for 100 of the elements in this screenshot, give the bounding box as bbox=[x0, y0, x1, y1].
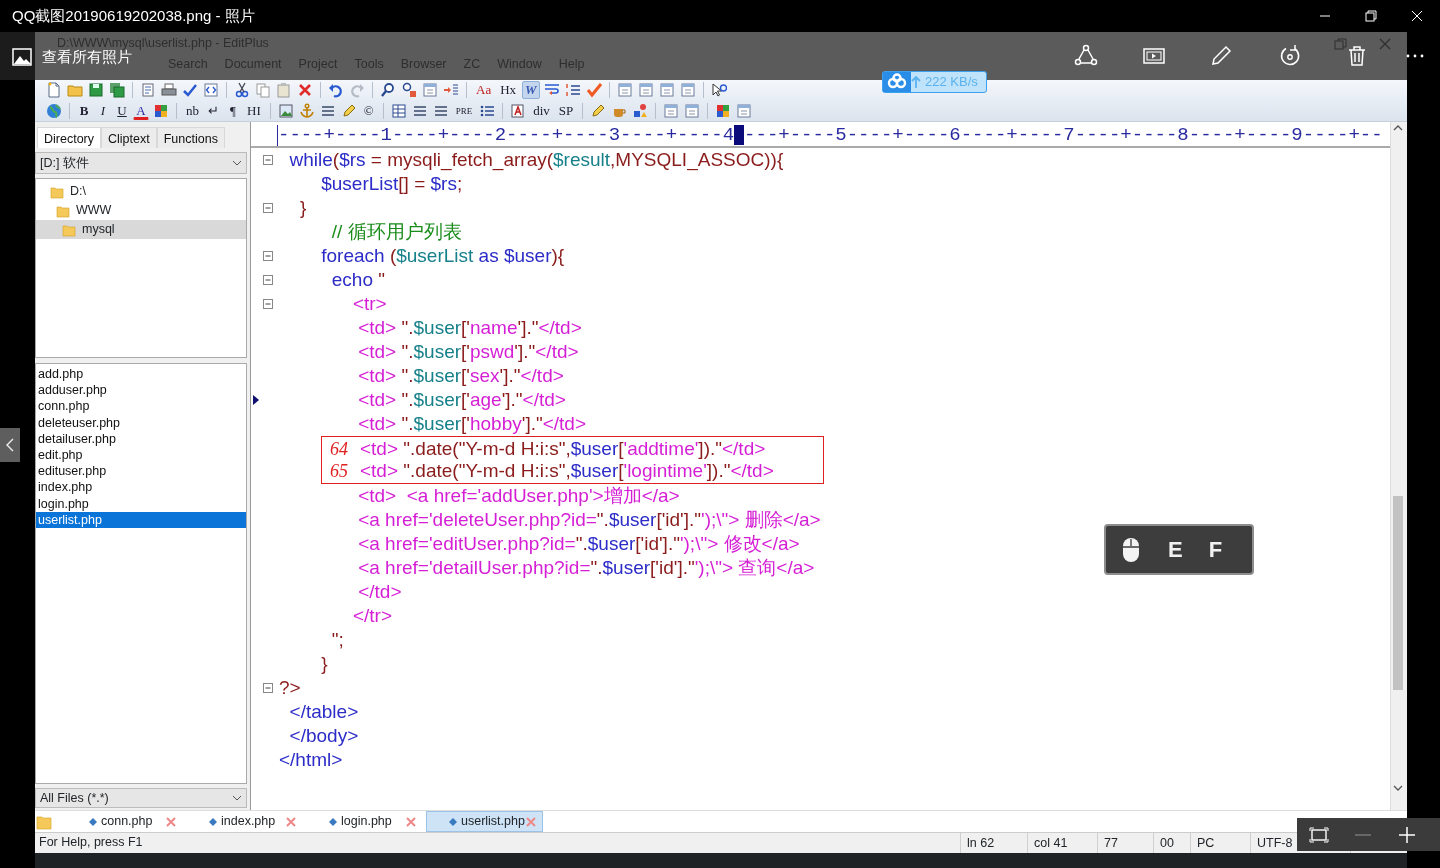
toolbar-button[interactable]: nb bbox=[183, 101, 202, 120]
code-line: <td> ".$user['hobby']."</td> bbox=[357, 412, 586, 436]
file-item[interactable]: add.php bbox=[36, 366, 246, 383]
file-item[interactable]: edituser.php bbox=[36, 463, 246, 480]
magnifier-icon[interactable] bbox=[400, 81, 418, 100]
diamond-icon bbox=[449, 817, 457, 826]
filter-dropdown[interactable]: All Files (*.*) bbox=[35, 788, 247, 808]
code-line: <td> ".date("Y-m-d H:i:s",$user['addtime'])."</td> bbox=[360, 437, 766, 459]
rotate-icon[interactable] bbox=[1278, 44, 1302, 68]
globe-icon[interactable] bbox=[45, 101, 63, 120]
chevron-left-icon[interactable] bbox=[6, 438, 14, 452]
code-line: <td> ".date("Y-m-d H:i:s",$user['logintime'])."</td> bbox=[360, 459, 774, 483]
window-icon[interactable] bbox=[657, 81, 676, 100]
chevron-down-icon[interactable] bbox=[232, 160, 242, 166]
toolbar-button[interactable]: W bbox=[522, 81, 540, 100]
ruler-cursor bbox=[734, 125, 745, 145]
code-line: $userList[] = $rs; bbox=[320, 172, 463, 196]
diamond-icon bbox=[209, 817, 217, 826]
code-line: <td> ".$user['pswd']."</td> bbox=[357, 340, 579, 364]
code-line: <a href='detailUser.php?id=".$user['id']."');\"> 查询</a> bbox=[357, 556, 815, 580]
toolbar-button[interactable]: U bbox=[114, 101, 130, 120]
zoom-in-icon[interactable] bbox=[1397, 824, 1417, 845]
folder-item[interactable]: mysql bbox=[36, 220, 246, 239]
file-item[interactable]: userlist.php bbox=[36, 511, 246, 528]
fold-icon[interactable] bbox=[263, 299, 273, 309]
window-icon[interactable] bbox=[662, 101, 681, 120]
file-item[interactable]: adduser.php bbox=[36, 382, 246, 399]
ruler: ---+----5----+----6----+----7----+----8----+----9----+-- bbox=[744, 125, 1383, 146]
folder-item[interactable]: D:\ bbox=[36, 182, 246, 201]
file-tab[interactable]: userlist.php bbox=[426, 811, 543, 832]
drive-dropdown[interactable]: [D:] 软件 bbox=[35, 152, 247, 174]
toolbar-button[interactable]: div bbox=[530, 101, 553, 120]
arrow-up-icon bbox=[911, 76, 921, 88]
code-line: <td> ".$user['sex']."</td> bbox=[357, 364, 564, 388]
file-item[interactable]: edit.php bbox=[36, 446, 246, 464]
page-icon[interactable] bbox=[139, 81, 157, 100]
close-icon[interactable] bbox=[166, 816, 176, 827]
toolbar-button[interactable]: ↵ bbox=[205, 101, 222, 120]
fold-icon[interactable] bbox=[263, 683, 273, 693]
file-item[interactable]: detailuser.php bbox=[36, 430, 246, 447]
cloud-icon bbox=[883, 72, 911, 92]
toolbar-button[interactable]: Hx bbox=[497, 81, 520, 100]
window-icon[interactable] bbox=[636, 81, 655, 100]
share-icon[interactable] bbox=[1074, 44, 1098, 68]
file-item[interactable]: index.php bbox=[36, 479, 246, 496]
toolbar-button[interactable]: © bbox=[360, 101, 377, 120]
toolbar-button[interactable]: SP bbox=[555, 101, 577, 120]
back-button[interactable]: 查看所有照片 bbox=[12, 46, 132, 69]
table-icon[interactable] bbox=[389, 101, 408, 120]
document-icon[interactable] bbox=[45, 81, 63, 100]
shapes-icon[interactable] bbox=[631, 101, 650, 120]
window-icon[interactable] bbox=[683, 101, 702, 120]
key-label: E bbox=[1168, 536, 1183, 564]
code-page-icon[interactable] bbox=[202, 81, 220, 100]
checkmark-icon[interactable] bbox=[584, 81, 603, 100]
panel-tab[interactable]: Directory bbox=[37, 127, 101, 148]
scrollbar[interactable] bbox=[1390, 122, 1405, 810]
folder-icon bbox=[50, 184, 64, 199]
clipboard-icon[interactable] bbox=[275, 81, 293, 100]
fit-screen-icon[interactable] bbox=[1309, 826, 1329, 843]
panel-tab[interactable]: Functions bbox=[156, 127, 225, 148]
folder-item[interactable]: WWW bbox=[36, 201, 246, 220]
pencil-icon[interactable] bbox=[1209, 44, 1233, 68]
toolbar-button[interactable]: ¶ bbox=[225, 101, 241, 120]
window-icon[interactable] bbox=[615, 81, 634, 100]
toolbar-button[interactable]: B bbox=[76, 101, 92, 120]
window-icon[interactable] bbox=[678, 81, 697, 100]
panel-tab[interactable]: Cliptext bbox=[101, 127, 157, 148]
toolbar-button[interactable]: A bbox=[133, 101, 149, 120]
toolbar-button[interactable]: I bbox=[95, 101, 111, 120]
previous-button[interactable] bbox=[0, 428, 20, 462]
diamond-icon bbox=[89, 817, 97, 826]
fold-icon[interactable] bbox=[263, 275, 273, 285]
mouse-icon bbox=[1120, 536, 1142, 563]
window-icon[interactable] bbox=[735, 101, 754, 120]
file-item[interactable]: conn.php bbox=[36, 398, 246, 415]
code-line: </tr> bbox=[351, 604, 392, 628]
file-item[interactable]: login.php bbox=[36, 495, 246, 512]
toolbar-button[interactable]: PRE bbox=[452, 101, 476, 120]
fold-icon[interactable] bbox=[263, 155, 273, 165]
code-line: "; bbox=[330, 628, 344, 652]
code-line: foreach ($userList as $user){ bbox=[320, 244, 565, 268]
close-icon[interactable] bbox=[406, 816, 416, 827]
code-line: ?> bbox=[279, 676, 301, 700]
close-icon[interactable] bbox=[1377, 36, 1393, 51]
scissors-icon[interactable] bbox=[233, 81, 251, 100]
file-item[interactable]: deleteuser.php bbox=[36, 414, 246, 431]
image-icon[interactable] bbox=[276, 101, 295, 120]
scrollbar-thumb[interactable] bbox=[1393, 496, 1403, 690]
toolbar-button[interactable]: HI bbox=[244, 101, 264, 120]
fold-icon[interactable] bbox=[263, 251, 273, 261]
toolbar-button[interactable]: Aa bbox=[473, 81, 495, 100]
handwritten-number: 64 bbox=[329, 438, 349, 459]
floppy-disks-icon[interactable] bbox=[108, 81, 126, 100]
fold-icon[interactable] bbox=[263, 203, 273, 213]
close-icon[interactable] bbox=[286, 816, 296, 827]
folder-icon bbox=[56, 203, 70, 218]
floppy-disk-icon[interactable] bbox=[87, 81, 105, 100]
close-icon[interactable] bbox=[526, 816, 536, 827]
anchor-icon[interactable] bbox=[297, 101, 316, 120]
